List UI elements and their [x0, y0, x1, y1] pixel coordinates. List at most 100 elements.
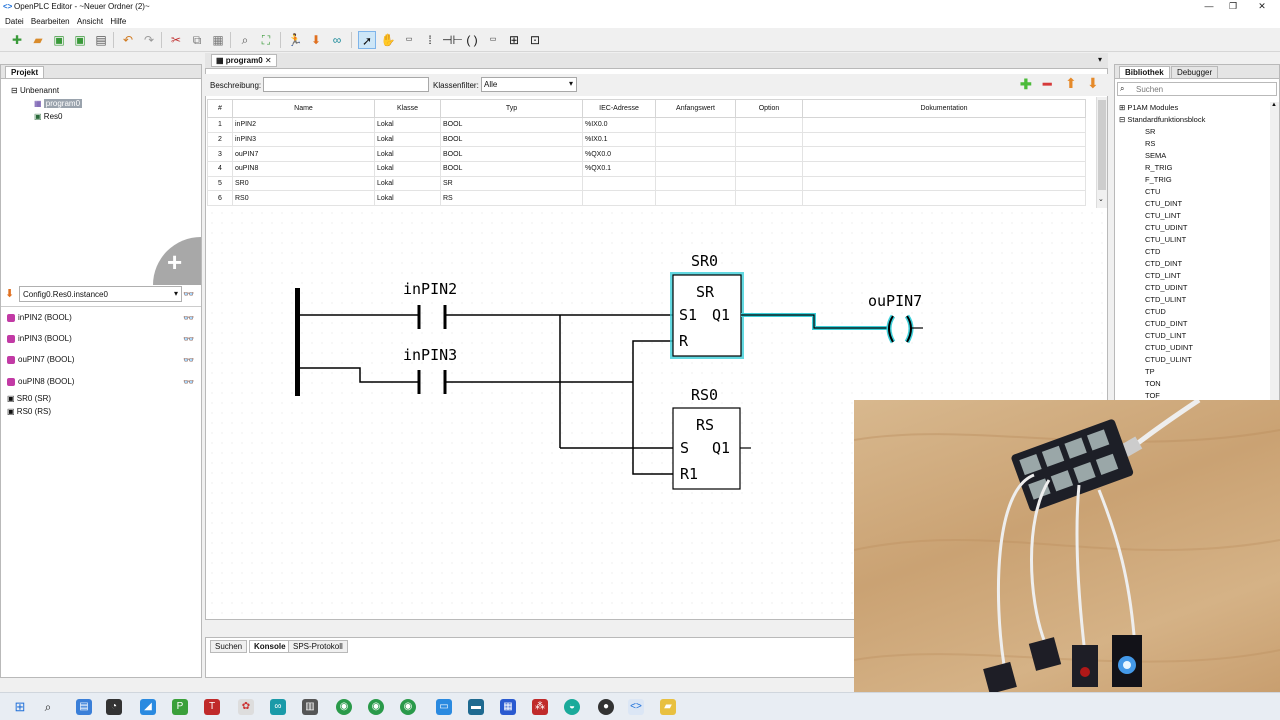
tab-sps-protokoll[interactable]: SPS-Protokoll — [288, 640, 348, 653]
edge-icon[interactable]: ◒ — [564, 699, 580, 715]
library-search-input[interactable]: ⌕ Suchen — [1117, 82, 1277, 96]
app-icon[interactable]: ◔ — [106, 699, 122, 715]
table-cell[interactable] — [655, 175, 736, 192]
close-icon[interactable]: ✕ — [1250, 1, 1274, 13]
tab-menu-icon[interactable]: ▾ — [1098, 55, 1102, 64]
maximize-icon[interactable]: ❐ — [1221, 1, 1245, 13]
scroll-down-icon[interactable]: ⌄ — [1098, 195, 1104, 203]
contact-inpin3-label[interactable]: inPIN3 — [403, 346, 457, 364]
table-row[interactable]: 1 inPIN2 Lokal BOOL %IX0.0 — [207, 117, 1086, 133]
table-cell[interactable]: %IX0.1 — [582, 131, 656, 148]
search-icon[interactable]: ⌕ — [40, 699, 56, 715]
table-cell[interactable] — [655, 161, 736, 177]
table-cell[interactable]: Lokal — [374, 190, 441, 207]
library-item[interactable]: CTUD_UDINT — [1145, 343, 1193, 352]
block-tool-icon[interactable]: ⊞ — [505, 31, 523, 49]
table-cell[interactable] — [735, 117, 803, 133]
debug-block-rs0[interactable]: ▣ RS0 (RS) — [7, 407, 51, 416]
scroll-up-icon[interactable]: ▲ — [1271, 102, 1277, 108]
col-initial-value[interactable]: Anfangswert — [655, 99, 736, 118]
move-up-icon[interactable]: ⬆ — [1065, 75, 1077, 92]
table-row[interactable]: 2 inPIN3 Lokal BOOL %IX0.1 — [207, 131, 1086, 148]
table-cell[interactable] — [655, 131, 736, 148]
app-icon[interactable]: ◢ — [140, 699, 156, 715]
app-icon[interactable]: ▥ — [302, 699, 318, 715]
table-cell[interactable] — [735, 161, 803, 177]
library-item[interactable]: SEMA — [1145, 151, 1166, 160]
left-power-rail[interactable] — [295, 288, 300, 396]
debug-var-inpin2[interactable]: inPIN2 (BOOL) — [7, 313, 72, 322]
table-cell[interactable]: Lokal — [374, 146, 441, 163]
chrome-icon[interactable]: ◉ — [400, 699, 416, 715]
comment-tool-icon[interactable]: ▭ — [400, 31, 418, 49]
tree-resource[interactable]: ▣ Res0 — [34, 112, 62, 121]
library-item[interactable]: CTUD_ULINT — [1145, 355, 1192, 364]
folder-icon[interactable]: ▰ — [660, 699, 676, 715]
app-icon[interactable]: T — [204, 699, 220, 715]
hand-tool-icon[interactable]: ✋ — [379, 31, 397, 49]
remove-variable-icon[interactable]: ━ — [1043, 76, 1051, 93]
tab-debugger[interactable]: Debugger — [1171, 66, 1219, 78]
library-item[interactable]: CTU_LINT — [1145, 211, 1181, 220]
table-row[interactable]: 3 ouPIN7 Lokal BOOL %QX0.0 — [207, 146, 1086, 163]
library-item[interactable]: CTD_ULINT — [1145, 295, 1186, 304]
library-item[interactable]: CTUD — [1145, 307, 1166, 316]
col-documentation[interactable]: Dokumentation — [802, 99, 1086, 118]
glasses-icon[interactable]: 👓 — [183, 313, 194, 324]
menu-bearbeiten[interactable]: Bearbeiten — [31, 15, 70, 28]
tab-projekt[interactable]: Projekt — [5, 66, 45, 78]
tab-suchen[interactable]: Suchen — [210, 640, 248, 653]
table-cell[interactable] — [802, 131, 1086, 148]
table-cell[interactable]: BOOL — [440, 131, 583, 148]
table-cell[interactable] — [802, 190, 1086, 207]
library-item[interactable]: CTD_UDINT — [1145, 283, 1188, 292]
table-cell[interactable] — [802, 161, 1086, 177]
table-cell[interactable]: %QX0.1 — [582, 161, 656, 177]
fit-zoom-icon[interactable]: ⛶ — [257, 31, 275, 49]
table-cell[interactable]: BOOL — [440, 161, 583, 177]
add-variable-icon[interactable]: ✚ — [1020, 76, 1032, 93]
table-cell[interactable] — [735, 175, 803, 192]
col-class[interactable]: Klasse — [374, 99, 441, 118]
table-cell[interactable]: %IX0.0 — [582, 117, 656, 133]
rs-instance-label[interactable]: RS0 — [691, 386, 718, 404]
cut-icon[interactable]: ✂ — [167, 31, 185, 49]
table-row[interactable]: 4 ouPIN8 Lokal BOOL %QX0.1 — [207, 161, 1086, 177]
connection-tool-icon[interactable]: ⊡ — [526, 31, 544, 49]
library-item[interactable]: CTU — [1145, 187, 1160, 196]
tab-konsole[interactable]: Konsole — [249, 640, 291, 653]
app-icon[interactable]: ▬ — [468, 699, 484, 715]
copy-icon[interactable]: ⧉ — [188, 31, 206, 49]
library-item[interactable]: CTD_DINT — [1145, 259, 1182, 268]
add-button[interactable]: + — [153, 237, 201, 285]
arduino-icon[interactable]: ∞ — [328, 31, 346, 49]
library-item[interactable]: TP — [1145, 367, 1155, 376]
library-item[interactable]: RS — [1145, 139, 1155, 148]
table-cell[interactable]: RS0 — [232, 190, 375, 207]
table-row[interactable]: 6 RS0 Lokal RS — [207, 190, 1086, 207]
pointer-tool-icon[interactable]: ➚ — [358, 31, 376, 49]
instance-select[interactable]: Config0.Res0.instance0 ▾ — [19, 286, 182, 302]
openplc-taskbar-icon[interactable]: <> — [628, 699, 644, 715]
table-cell[interactable]: SR0 — [232, 175, 375, 192]
contact-inpin2-label[interactable]: inPIN2 — [403, 280, 457, 298]
table-cell[interactable] — [802, 175, 1086, 192]
app-icon[interactable]: ● — [598, 699, 614, 715]
debug-block-sr0[interactable]: ▣ SR0 (SR) — [7, 394, 51, 403]
app-icon[interactable]: ✿ — [238, 699, 254, 715]
windows-start-icon[interactable]: ⊞ — [12, 699, 28, 715]
table-cell[interactable] — [655, 190, 736, 207]
table-cell[interactable]: 5 — [207, 175, 233, 192]
debug-var-inpin3[interactable]: inPIN3 (BOOL) — [7, 334, 72, 343]
library-item[interactable]: TON — [1145, 379, 1161, 388]
description-input[interactable] — [263, 77, 429, 92]
run-plc-icon[interactable]: 🏃 — [286, 31, 304, 49]
library-item[interactable]: R_TRIG — [1145, 163, 1173, 172]
glasses-icon[interactable]: 👓 — [183, 377, 194, 388]
menu-datei[interactable]: Datei — [5, 15, 24, 28]
col-index[interactable]: # — [207, 99, 233, 118]
group-p1am[interactable]: ⊞ P1AM Modules — [1119, 103, 1178, 112]
table-cell[interactable]: Lokal — [374, 175, 441, 192]
print-icon[interactable]: ▤ — [92, 31, 110, 49]
tab-program0[interactable]: ▦ program0 ✕ — [211, 54, 277, 67]
